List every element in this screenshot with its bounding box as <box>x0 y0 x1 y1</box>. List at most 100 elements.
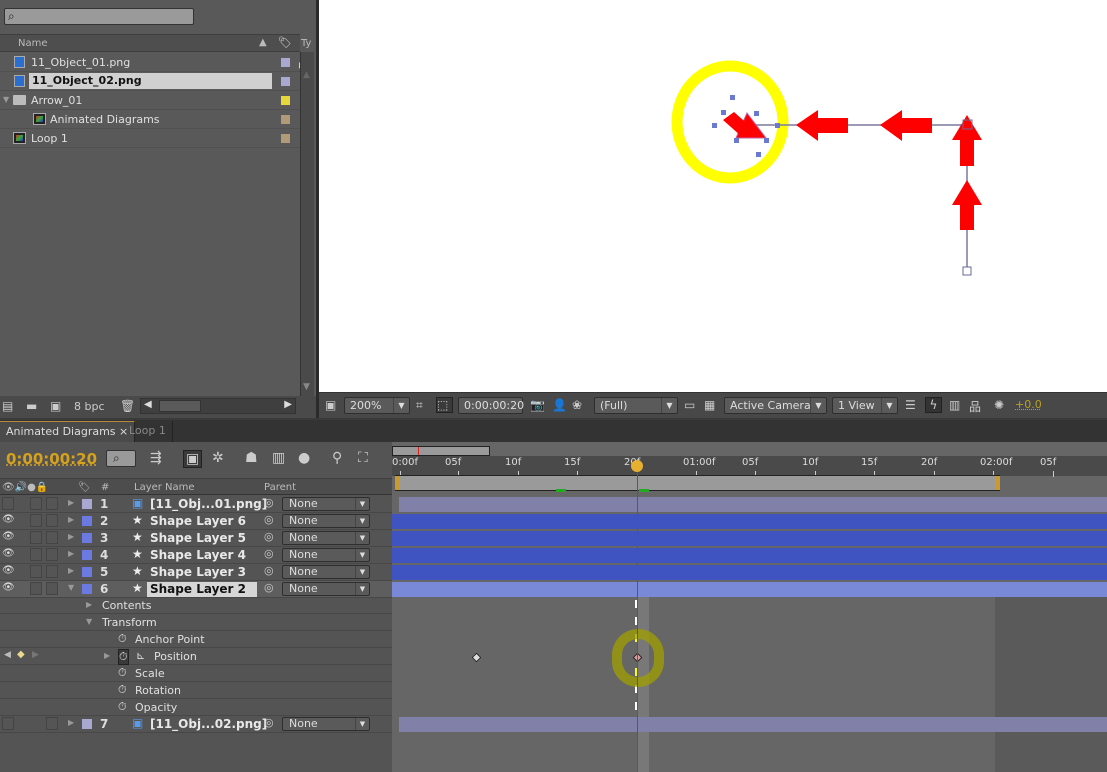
eye-icon[interactable]: 👁 <box>2 531 15 542</box>
parent-pickwhip-icon[interactable]: ◎ <box>264 716 274 729</box>
layer-name[interactable]: Shape Layer 4 <box>150 548 246 562</box>
timeline-search-input[interactable]: ⌕ <box>106 450 136 467</box>
label-color-swatch[interactable] <box>281 134 290 143</box>
layer-duration-bar[interactable] <box>392 514 1107 529</box>
scroll-right-icon[interactable]: ▶ <box>284 399 292 410</box>
label-color-swatch[interactable] <box>281 96 290 105</box>
tab-animated-diagrams[interactable]: Animated Diagrams × <box>0 421 136 442</box>
timeline-icon[interactable]: ▥ <box>949 398 960 412</box>
layer-row[interactable]: ▶ 7 ▣ [11_Obj...02.png] ◎ None ▼ <box>0 716 392 733</box>
solo-toggle[interactable] <box>30 582 42 595</box>
layer-duration-bar[interactable] <box>392 582 1107 597</box>
path-vertex[interactable] <box>962 266 972 276</box>
previous-keyframe-icon[interactable]: ◀ <box>4 650 11 660</box>
interpret-footage-icon[interactable]: ▤ <box>2 399 13 413</box>
parent-pickwhip-icon[interactable]: ◎ <box>264 564 274 577</box>
parent-pickwhip-icon[interactable]: ◎ <box>264 496 274 509</box>
column-name[interactable]: Name <box>18 38 48 49</box>
expand-triangle-icon[interactable]: ▶ <box>68 549 74 558</box>
work-area-end-handle[interactable] <box>995 476 1000 490</box>
expand-triangle-icon[interactable]: ▶ <box>68 498 74 507</box>
work-area-bar[interactable] <box>395 475 1000 492</box>
next-keyframe-icon[interactable]: ▶ <box>32 650 39 660</box>
time-ruler[interactable]: 0:00f05f10f15f20f01:00f05f10f15f20f02:00… <box>392 456 1107 477</box>
current-time-indicator-head[interactable] <box>631 460 643 472</box>
label-color-swatch[interactable] <box>82 533 92 543</box>
eye-icon[interactable]: 👁 <box>2 565 15 576</box>
project-search-input[interactable]: ⌕ <box>4 8 194 25</box>
label-color-swatch[interactable] <box>82 499 92 509</box>
scroll-thumb[interactable] <box>159 400 201 412</box>
eye-icon[interactable]: 👁 <box>2 514 15 525</box>
bit-depth-button[interactable]: 8 bpc <box>74 400 105 413</box>
solo-toggle[interactable] <box>30 531 42 544</box>
layer-duration-bar[interactable] <box>399 497 1107 512</box>
project-horizontal-scrollbar[interactable]: ◀ ▶ <box>140 398 296 414</box>
parent-dropdown[interactable]: None ▼ <box>282 717 370 731</box>
composition-viewer[interactable] <box>319 0 1107 392</box>
parent-dropdown[interactable]: None ▼ <box>282 548 370 562</box>
layer-name[interactable]: Shape Layer 5 <box>150 531 246 545</box>
magnification-dropdown[interactable]: 200% ▼ <box>344 397 410 414</box>
checkerboard-icon[interactable]: ▦ <box>704 398 715 412</box>
parent-dropdown[interactable]: None ▼ <box>282 565 370 579</box>
transparency-grid-icon[interactable]: ⬚ <box>436 397 453 413</box>
project-item[interactable]: Animated Diagrams <box>0 110 300 129</box>
add-keyframe-icon[interactable]: ◆ <box>17 649 25 660</box>
property-group-contents[interactable]: ▶ Contents <box>0 597 392 614</box>
trash-icon[interactable]: 🗑 <box>120 399 135 413</box>
layer-duration-bar[interactable] <box>392 531 1107 546</box>
arrow-up-shape[interactable] <box>952 115 982 166</box>
layer-name[interactable]: [11_Obj...01.png] <box>150 497 267 511</box>
visibility-toggle[interactable] <box>2 497 14 510</box>
eye-icon[interactable]: 👁 <box>2 582 15 593</box>
parent-pickwhip-icon[interactable]: ◎ <box>264 530 274 543</box>
always-preview-icon[interactable]: ▣ <box>325 398 336 412</box>
layer-name[interactable]: Shape Layer 6 <box>150 514 246 528</box>
view-layout-dropdown[interactable]: 1 View ▼ <box>832 397 898 414</box>
property-position[interactable]: ◀ ◆ ▶ ▶ ⏱ ⊾ Position <box>0 648 392 665</box>
hide-shy-layers-icon[interactable]: ☗ <box>245 450 258 466</box>
layer-row[interactable]: 👁 ▶ 5 ★ Shape Layer 3 ◎ None ▼ <box>0 564 392 581</box>
column-layer-name[interactable]: Layer Name <box>134 482 195 493</box>
project-item[interactable]: 11_Object_02.png <box>0 72 300 91</box>
solo-toggle[interactable] <box>30 514 42 527</box>
visibility-toggle[interactable] <box>2 717 14 730</box>
live-update-icon[interactable]: ▣ <box>183 450 203 468</box>
label-color-swatch[interactable] <box>82 550 92 560</box>
property-group-transform[interactable]: ▼ Transform <box>0 614 392 631</box>
property-opacity[interactable]: ⏱ Opacity <box>0 699 392 716</box>
collapse-triangle-icon[interactable]: ▼ <box>68 583 74 592</box>
expand-triangle-icon[interactable]: ▶ <box>68 515 74 524</box>
label-color-swatch[interactable] <box>82 584 92 594</box>
flowchart-icon[interactable]: 品 <box>969 398 981 415</box>
label-color-swatch[interactable] <box>82 516 92 526</box>
layer-row[interactable]: ▶ 1 ▣ [11_Obj...01.png] ◎ None ▼ <box>0 496 392 513</box>
layer-name[interactable]: [11_Obj...02.png] <box>150 717 267 731</box>
arrow-left-shape[interactable] <box>880 110 932 141</box>
frame-blending-icon[interactable]: ▥ <box>272 450 285 466</box>
stopwatch-icon[interactable]: ⏱ <box>118 700 127 714</box>
project-item[interactable]: 11_Object_01.png <box>0 53 300 72</box>
graph-icon[interactable]: ⊾ <box>136 649 145 662</box>
layer-row[interactable]: 👁 ▼ 6 ★ Shape Layer 2 ◎ None ▼ <box>0 581 392 598</box>
stopwatch-active-icon[interactable]: ⏱ <box>118 649 129 665</box>
solo-toggle[interactable] <box>30 548 42 561</box>
parent-pickwhip-icon[interactable]: ◎ <box>264 581 274 594</box>
solo-toggle[interactable] <box>30 565 42 578</box>
exposure-value[interactable]: +0.0 <box>1015 398 1042 411</box>
lock-toggle[interactable] <box>46 497 58 510</box>
eye-icon[interactable]: 👁 <box>2 548 15 559</box>
expand-triangle-icon[interactable]: ▶ <box>104 651 110 660</box>
show-snapshot-icon[interactable]: 👤 <box>552 398 567 412</box>
current-time-display[interactable]: 0:00:00:20 <box>458 397 524 414</box>
property-scale[interactable]: ⏱ Scale <box>0 665 392 682</box>
scroll-left-icon[interactable]: ◀ <box>144 399 152 410</box>
motion-blur-icon[interactable]: ● <box>298 450 310 466</box>
comp-mini-flowchart-icon[interactable]: ⇶ <box>150 450 162 466</box>
collapse-triangle-icon[interactable]: ▼ <box>86 617 92 626</box>
arrow-up-shape[interactable] <box>952 180 982 230</box>
layer-row[interactable]: 👁 ▶ 2 ★ Shape Layer 6 ◎ None ▼ <box>0 513 392 530</box>
column-parent[interactable]: Parent <box>264 482 296 493</box>
camera-dropdown[interactable]: Active Camera ▼ <box>724 397 827 414</box>
